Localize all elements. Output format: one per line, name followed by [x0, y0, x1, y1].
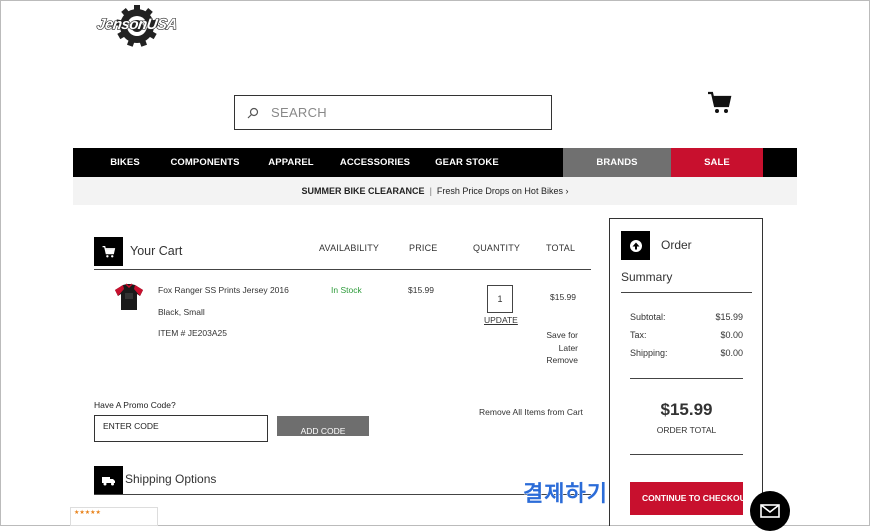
tax-value: $0.00	[720, 330, 743, 340]
reviews-widget[interactable]: ★★★★★	[70, 507, 158, 526]
col-price: PRICE	[409, 243, 438, 253]
order-label: Order	[661, 238, 692, 252]
col-quantity: QUANTITY	[473, 243, 521, 253]
availability-status: In Stock	[331, 285, 362, 295]
col-total: TOTAL	[546, 243, 576, 253]
continue-to-checkout-button[interactable]: CONTINUE TO CHECKOUT	[630, 482, 743, 515]
col-availability: AVAILABILITY	[319, 243, 380, 253]
truck-box-icon	[94, 466, 123, 495]
promo-code-input[interactable]: ENTER CODE	[94, 415, 268, 442]
search-input[interactable]	[271, 105, 531, 120]
order-total-amount: $15.99	[660, 400, 713, 419]
nav-apparel[interactable]: APPAREL	[261, 148, 321, 177]
search-bar[interactable]	[234, 95, 552, 130]
subtotal-label: Subtotal:	[630, 312, 666, 322]
logo-text: JensonUSA	[95, 15, 179, 33]
checkout-overlay-text: 결제하기	[523, 482, 608, 508]
star-rating-icon: ★★★★★	[74, 510, 101, 516]
divider	[630, 454, 743, 455]
summary-label: Summary	[621, 270, 673, 284]
order-total-label: ORDER TOTAL	[656, 425, 717, 435]
promo-banner-title: SUMMER BIKE CLEARANCE	[301, 186, 425, 196]
tax-label: Tax:	[630, 330, 647, 340]
subtotal-value: $15.99	[715, 312, 743, 322]
later-label: Later	[558, 343, 578, 353]
product-item-number: ITEM # JE203A25	[158, 328, 227, 338]
summary-box-icon	[621, 231, 650, 260]
quantity-input[interactable]: 1	[487, 285, 513, 313]
main-nav: BIKES COMPONENTS APPAREL ACCESSORIES GEA…	[73, 148, 797, 177]
chat-button[interactable]	[750, 491, 790, 531]
nav-gear-stoke[interactable]: GEAR STOKE	[433, 148, 501, 177]
update-link[interactable]: UPDATE	[484, 315, 518, 325]
product-variant: Black, Small	[158, 307, 205, 317]
remove-all-link[interactable]: Remove All Items from Cart	[479, 407, 583, 417]
jenson-logo[interactable]: JensonUSA	[94, 4, 180, 52]
divider	[94, 269, 591, 270]
item-total: $15.99	[550, 292, 576, 302]
save-for-later-link[interactable]: Save for Later	[546, 330, 578, 353]
promo-label: Have A Promo Code?	[94, 400, 176, 410]
nav-brands[interactable]: BRANDS	[563, 148, 671, 177]
search-icon[interactable]	[235, 107, 271, 119]
order-summary-panel	[609, 218, 763, 526]
nav-accessories[interactable]: ACCESSORIES	[338, 148, 412, 177]
envelope-icon	[760, 504, 780, 518]
promo-banner-separator: |	[429, 186, 432, 196]
shipping-value: $0.00	[720, 348, 743, 358]
remove-link[interactable]: Remove	[546, 355, 578, 365]
nav-components[interactable]: COMPONENTS	[167, 148, 243, 177]
promo-banner-link[interactable]: Fresh Price Drops on Hot Bikes ›	[437, 186, 569, 196]
product-thumbnail[interactable]	[113, 283, 145, 311]
divider	[630, 378, 743, 379]
product-name[interactable]: Fox Ranger SS Prints Jersey 2016	[158, 285, 289, 295]
save-for-label: Save for	[546, 330, 578, 340]
item-price: $15.99	[408, 285, 434, 295]
shipping-title: Shipping Options	[125, 472, 217, 486]
cart-box-icon	[94, 237, 123, 266]
divider	[94, 494, 591, 495]
cart-icon[interactable]	[707, 90, 733, 116]
cart-title: Your Cart	[130, 244, 183, 258]
shipping-label: Shipping:	[630, 348, 668, 358]
promo-banner[interactable]: SUMMER BIKE CLEARANCE | Fresh Price Drops …	[73, 177, 797, 205]
add-code-button[interactable]: ADD CODE	[277, 416, 369, 436]
nav-bikes[interactable]: BIKES	[100, 148, 150, 177]
nav-sale[interactable]: SALE	[671, 148, 763, 177]
divider	[621, 292, 752, 293]
